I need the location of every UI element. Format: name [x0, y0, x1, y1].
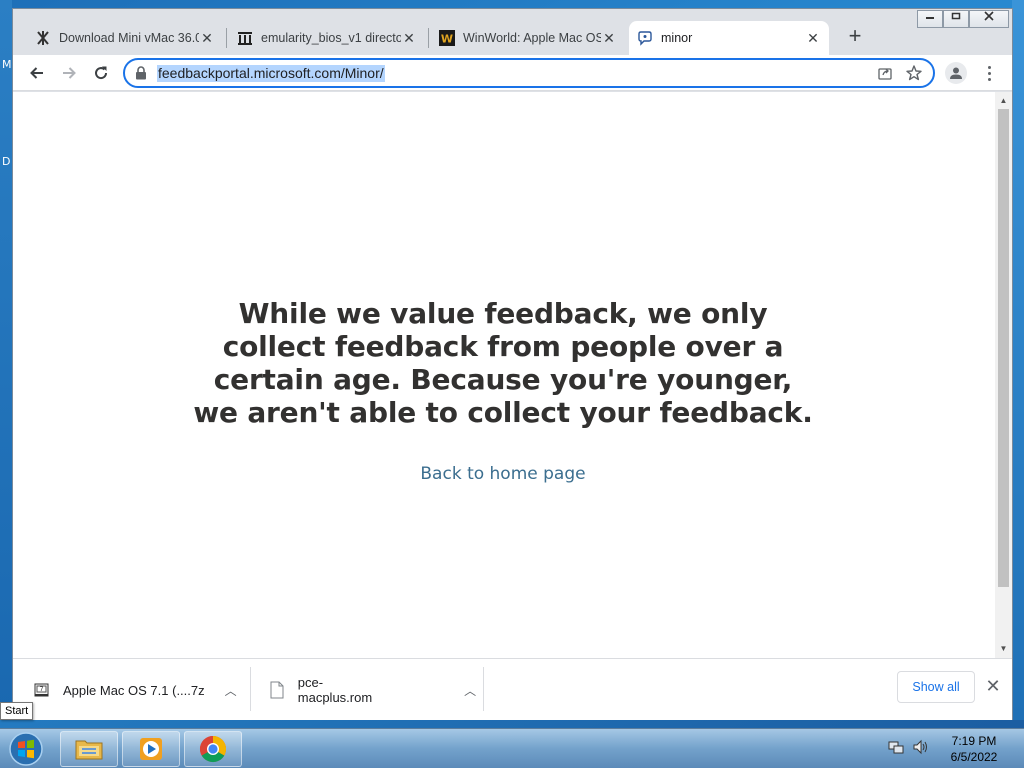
taskbar: 7:19 PM 6/5/2022 [0, 728, 1024, 768]
back-button[interactable] [25, 61, 49, 85]
scroll-down-arrow-icon[interactable]: ▼ [995, 642, 1012, 656]
download-divider [483, 667, 484, 711]
tab-title: Download Mini vMac 36.0 [59, 31, 199, 45]
close-icon[interactable]: ✕ [601, 30, 617, 47]
clock-time: 7:19 PM [951, 734, 997, 748]
minimize-button[interactable] [917, 10, 943, 28]
taskbar-clock[interactable]: 7:19 PM 6/5/2022 [936, 733, 1012, 765]
address-bar[interactable]: feedbackportal.microsoft.com/Minor/ [123, 58, 935, 88]
system-tray [888, 739, 930, 760]
forward-button[interactable] [57, 61, 81, 85]
chevron-up-icon[interactable]: ︿ [462, 682, 478, 699]
desktop-left-edge: M D [0, 0, 12, 720]
minimize-icon [926, 17, 934, 19]
download-filename: Apple Mac OS 7.1 (....7z [63, 682, 205, 698]
close-icon[interactable]: ✕ [199, 30, 215, 47]
tab-title: emularity_bios_v1 directo [261, 31, 401, 45]
download-item[interactable]: pce-macplus.rom ︿ [268, 667, 478, 713]
network-icon[interactable] [888, 739, 904, 760]
desktop-icon-label[interactable]: D [2, 155, 10, 168]
browser-menu-button[interactable] [979, 63, 999, 83]
tab-minor[interactable]: minor ✕ [629, 21, 829, 55]
winworld-icon: W [439, 30, 455, 46]
tab-divider [226, 28, 227, 48]
close-icon[interactable]: ✕ [401, 30, 417, 47]
profile-icon [950, 67, 962, 79]
folder-icon [75, 740, 103, 760]
bookmark-star-icon[interactable] [905, 64, 923, 87]
browser-toolbar: feedbackportal.microsoft.com/Minor/ [13, 55, 1012, 91]
back-to-home-link[interactable]: Back to home page [353, 464, 653, 484]
tab-emularity[interactable]: emularity_bios_v1 directo ✕ [229, 21, 425, 55]
profile-button[interactable] [945, 62, 967, 84]
file-icon [268, 680, 286, 700]
taskbar-media-player[interactable] [122, 731, 180, 767]
desktop-right-edge [1012, 0, 1024, 720]
window-close-button[interactable] [969, 10, 1009, 28]
back-arrow-icon [30, 67, 43, 79]
download-shelf: 7 Apple Mac OS 7.1 (....7z ︿ pce-macplus… [13, 658, 1012, 720]
tab-minivmac[interactable]: Download Mini vMac 36.0 ✕ [27, 21, 223, 55]
taskbar-chrome[interactable] [184, 731, 242, 767]
svg-text:7: 7 [40, 686, 44, 693]
download-filename: pce-macplus.rom [297, 675, 373, 705]
tab-divider [428, 28, 429, 48]
download-divider [250, 667, 251, 711]
chrome-icon [199, 735, 227, 763]
close-icon [984, 11, 994, 21]
minivmac-icon [35, 30, 51, 46]
volume-icon[interactable] [912, 739, 930, 760]
close-download-shelf-button[interactable]: ✕ [983, 676, 1003, 696]
new-tab-button[interactable]: + [843, 25, 867, 49]
show-all-downloads-button[interactable]: Show all [897, 671, 975, 703]
age-restriction-message: While we value feedback, we only collect… [193, 297, 813, 429]
scrollbar-thumb[interactable] [998, 109, 1009, 587]
archive-file-icon: 7 [33, 680, 51, 700]
url-text[interactable]: feedbackportal.microsoft.com/Minor/ [157, 65, 385, 82]
tab-title: WinWorld: Apple Mac OS [463, 31, 601, 45]
close-icon[interactable]: ✕ [805, 30, 821, 47]
tab-title: minor [661, 31, 693, 45]
vertical-scrollbar[interactable]: ▲ ▼ [995, 92, 1012, 658]
scroll-up-arrow-icon[interactable]: ▲ [995, 94, 1012, 108]
clock-date: 6/5/2022 [950, 750, 998, 764]
forward-arrow-icon [63, 67, 76, 79]
lock-icon[interactable] [135, 66, 147, 85]
page-viewport: While we value feedback, we only collect… [13, 92, 1012, 658]
chevron-up-icon[interactable]: ︿ [223, 682, 239, 699]
feedback-icon [637, 30, 653, 46]
media-player-icon [140, 738, 162, 760]
archive-org-icon [237, 30, 253, 46]
svg-text:W: W [441, 33, 453, 46]
maximize-button[interactable] [943, 10, 969, 28]
browser-window: Download Mini vMac 36.0 ✕ emularity_bios… [12, 8, 1013, 720]
windows-logo-icon [9, 732, 43, 766]
download-item[interactable]: 7 Apple Mac OS 7.1 (....7z ︿ [33, 667, 243, 713]
reload-icon [95, 66, 108, 80]
tab-winworld[interactable]: W WinWorld: Apple Mac OS ✕ [431, 21, 625, 55]
tab-strip: Download Mini vMac 36.0 ✕ emularity_bios… [13, 9, 1012, 55]
maximize-icon [951, 12, 961, 20]
reload-button[interactable] [89, 61, 113, 85]
start-button[interactable] [4, 729, 48, 768]
share-icon[interactable] [877, 65, 893, 86]
start-tooltip: Start [0, 702, 34, 720]
desktop-icon-label[interactable]: M [2, 58, 12, 71]
taskbar-explorer[interactable] [60, 731, 118, 767]
